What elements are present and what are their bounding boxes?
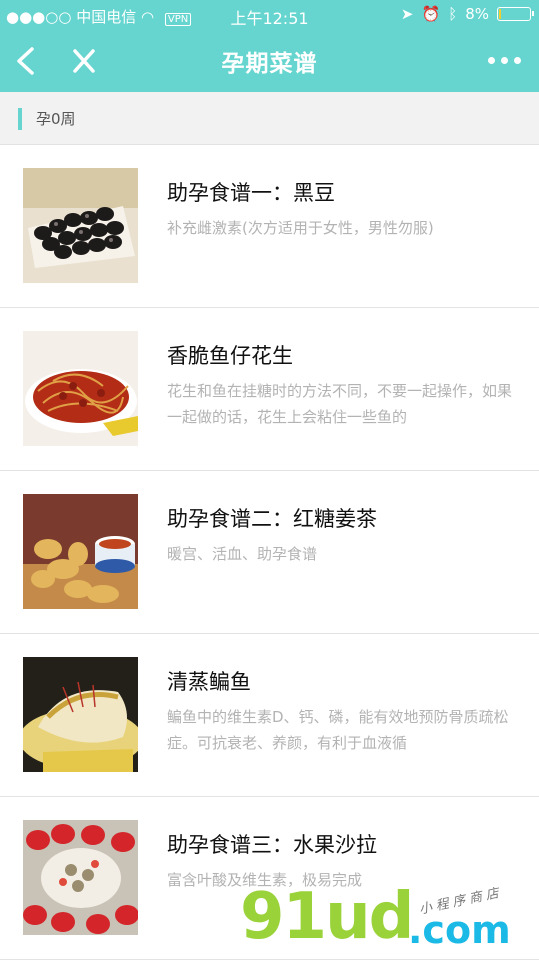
week-section-header: 孕0周 <box>0 92 539 145</box>
recipe-title: 助孕食谱三：水果沙拉 <box>167 833 377 857</box>
recipe-title: 清蒸鳊鱼 <box>167 670 251 694</box>
battery-percent: 8% <box>465 5 489 23</box>
recipe-description: 鳊鱼中的维生素D、钙、磷，能有效地预防骨质疏松症。可抗衰老、养颜，有利于血液循 <box>167 708 509 752</box>
recipe-thumbnail <box>23 820 138 935</box>
recipe-title: 助孕食谱一：黑豆 <box>167 181 335 205</box>
bluetooth-icon: ᛒ <box>448 5 458 23</box>
header: ●●●○○ 中国电信 ◠ VPN 上午12:51 ➤ ⏰ ᛒ 8% 孕期菜谱 <box>0 0 539 92</box>
recipe-item[interactable]: 香脆鱼仔花生 花生和鱼在挂糖时的方法不同，不要一起操作，如果一起做的话，花生上会… <box>0 308 539 471</box>
recipe-thumbnail <box>23 657 138 772</box>
page-title: 孕期菜谱 <box>221 51 318 77</box>
recipe-description: 暖宫、活血、助孕食谱 <box>167 545 318 563</box>
status-bar: ●●●○○ 中国电信 ◠ VPN 上午12:51 ➤ ⏰ ᛒ 8% <box>0 0 539 30</box>
recipe-thumbnail <box>23 331 138 446</box>
recipe-description: 补充雌激素(次方适用于女性，男性勿服) <box>167 219 434 237</box>
watermark: 91ud .com 小程序商店 <box>240 880 539 960</box>
recipe-item[interactable]: 助孕食谱一：黑豆 补充雌激素(次方适用于女性，男性勿服) <box>0 145 539 308</box>
alarm-icon: ⏰ <box>421 5 441 23</box>
recipe-thumbnail <box>23 168 138 283</box>
section-accent-bar <box>18 108 22 130</box>
navbar: 孕期菜谱 <box>0 30 539 92</box>
more-dots-icon[interactable] <box>488 57 521 64</box>
recipe-description: 花生和鱼在挂糖时的方法不同，不要一起操作，如果一起做的话，花生上会粘住一些鱼的 <box>167 382 513 426</box>
recipe-item[interactable]: 助孕食谱二：红糖姜茶 暖宫、活血、助孕食谱 <box>0 471 539 634</box>
recipe-title: 香脆鱼仔花生 <box>167 344 293 368</box>
battery-icon <box>497 7 534 21</box>
recipe-item[interactable]: 清蒸鳊鱼 鳊鱼中的维生素D、钙、磷，能有效地预防骨质疏松症。可抗衰老、养颜，有利… <box>0 634 539 797</box>
recipe-list: 助孕食谱一：黑豆 补充雌激素(次方适用于女性，男性勿服) 香脆鱼仔花生 花生和鱼… <box>0 145 539 960</box>
location-icon: ➤ <box>400 5 414 23</box>
recipe-title: 助孕食谱二：红糖姜茶 <box>167 507 377 531</box>
week-label: 孕0周 <box>36 110 76 128</box>
watermark-logo: 91ud <box>240 880 414 954</box>
recipe-thumbnail <box>23 494 138 609</box>
